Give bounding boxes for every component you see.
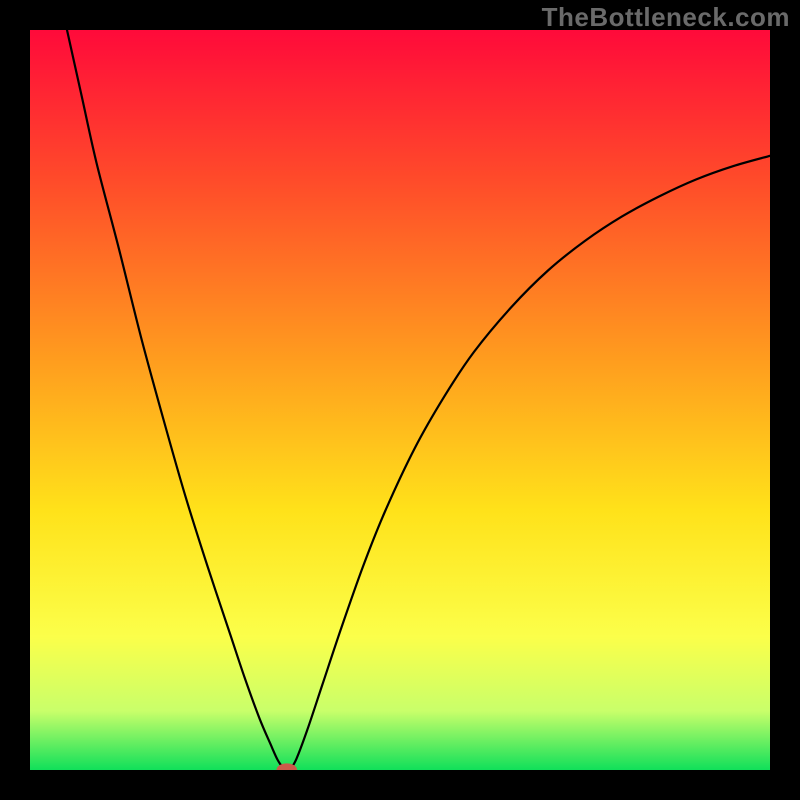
plot-area (30, 30, 770, 770)
gradient-background (30, 30, 770, 770)
chart-svg (30, 30, 770, 770)
watermark-label: TheBottleneck.com (542, 2, 790, 33)
chart-frame: TheBottleneck.com (0, 0, 800, 800)
